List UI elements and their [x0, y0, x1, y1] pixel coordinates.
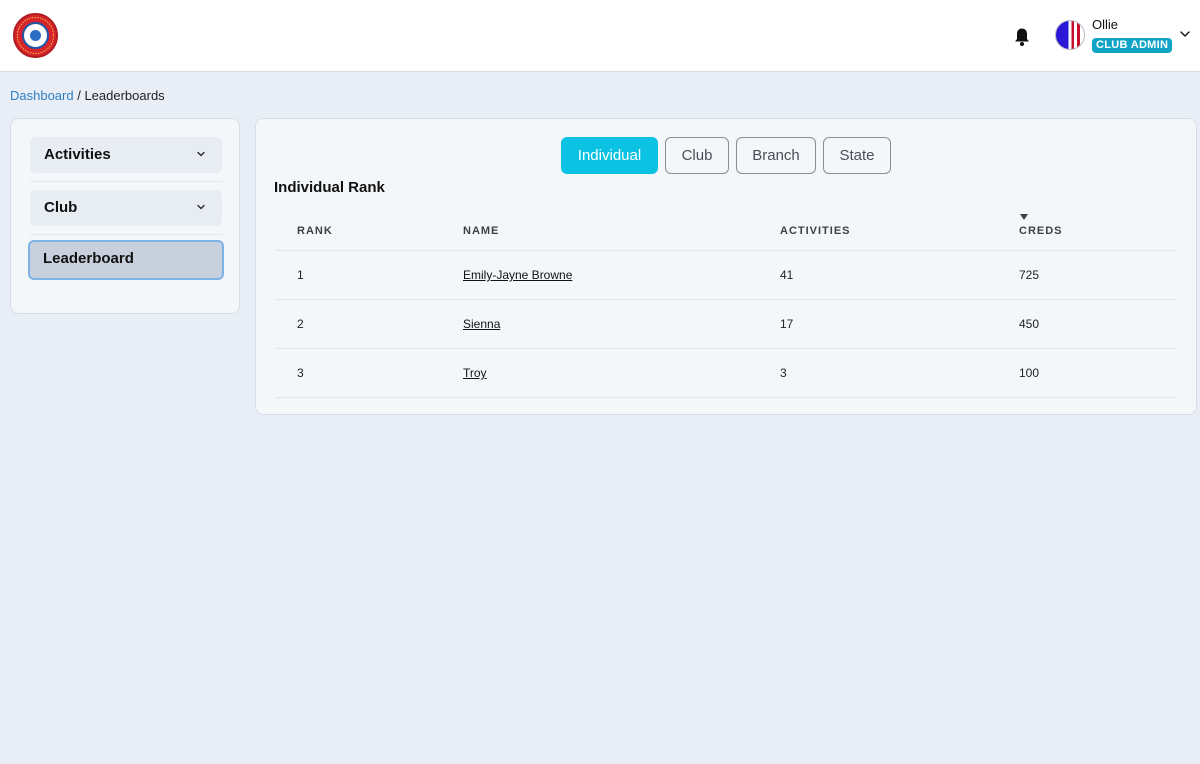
table-divider — [276, 397, 1176, 398]
sidebar-divider — [30, 181, 222, 182]
breadcrumb: Dashboard / Leaderboards — [10, 88, 165, 103]
breadcrumb-current: Leaderboards — [84, 88, 165, 103]
table-cell-creds: 450 — [1019, 317, 1040, 331]
table-cell-activities: 41 — [780, 268, 794, 282]
column-header-name[interactable]: NAME — [463, 225, 499, 237]
sidebar-item-label: Activities — [44, 146, 111, 163]
breadcrumb-dashboard-link[interactable]: Dashboard — [10, 88, 74, 103]
sidebar-item-label: Leaderboard — [43, 250, 134, 267]
chevron-down-icon — [197, 151, 205, 157]
avatar[interactable] — [1055, 20, 1085, 50]
table-divider — [276, 299, 1176, 300]
table-cell-activities: 17 — [780, 317, 794, 331]
chevron-down-icon[interactable] — [1179, 28, 1191, 40]
column-header-activities[interactable]: ACTIVITIES — [780, 225, 851, 237]
table-cell-name-link[interactable]: Troy — [463, 366, 487, 380]
top-header: Ollie CLUB ADMIN — [0, 0, 1200, 72]
table-cell-activities: 3 — [780, 366, 787, 380]
tab-state[interactable]: State — [823, 137, 891, 174]
bell-icon[interactable] — [1013, 27, 1031, 47]
table-cell-rank: 2 — [297, 317, 304, 331]
sidebar-item-activities[interactable]: Activities — [30, 137, 222, 173]
sort-descending-icon[interactable] — [1019, 213, 1029, 221]
sidebar-divider — [30, 234, 222, 235]
chevron-down-icon — [197, 204, 205, 210]
table-cell-rank: 1 — [297, 268, 304, 282]
section-title: Individual Rank — [274, 179, 385, 196]
table-cell-creds: 100 — [1019, 366, 1040, 380]
table-cell-creds: 725 — [1019, 268, 1040, 282]
leaderboard-panel: Individual Club Branch State Individual … — [255, 118, 1197, 415]
tab-club[interactable]: Club — [665, 137, 729, 174]
table-cell-rank: 3 — [297, 366, 304, 380]
breadcrumb-separator: / — [73, 88, 85, 103]
role-badge: CLUB ADMIN — [1092, 38, 1173, 53]
table-cell-name-link[interactable]: Sienna — [463, 317, 500, 331]
logo-inner — [22, 22, 49, 49]
club-logo[interactable] — [13, 13, 58, 58]
sidebar-item-club[interactable]: Club — [30, 190, 222, 226]
sidebar: Activities Club Leaderboard — [10, 118, 240, 314]
column-header-creds[interactable]: CREDS — [1019, 225, 1063, 237]
column-header-rank[interactable]: RANK — [297, 225, 333, 237]
table-divider — [276, 348, 1176, 349]
table-cell-name-link[interactable]: Emily-Jayne Browne — [463, 268, 572, 282]
tab-branch[interactable]: Branch — [736, 137, 816, 174]
tab-individual[interactable]: Individual — [561, 137, 658, 174]
table-divider — [276, 250, 1176, 251]
sidebar-item-label: Club — [44, 199, 78, 216]
user-name[interactable]: Ollie — [1092, 17, 1118, 32]
sidebar-item-leaderboard[interactable]: Leaderboard — [28, 240, 224, 280]
logo-figure — [30, 30, 41, 41]
